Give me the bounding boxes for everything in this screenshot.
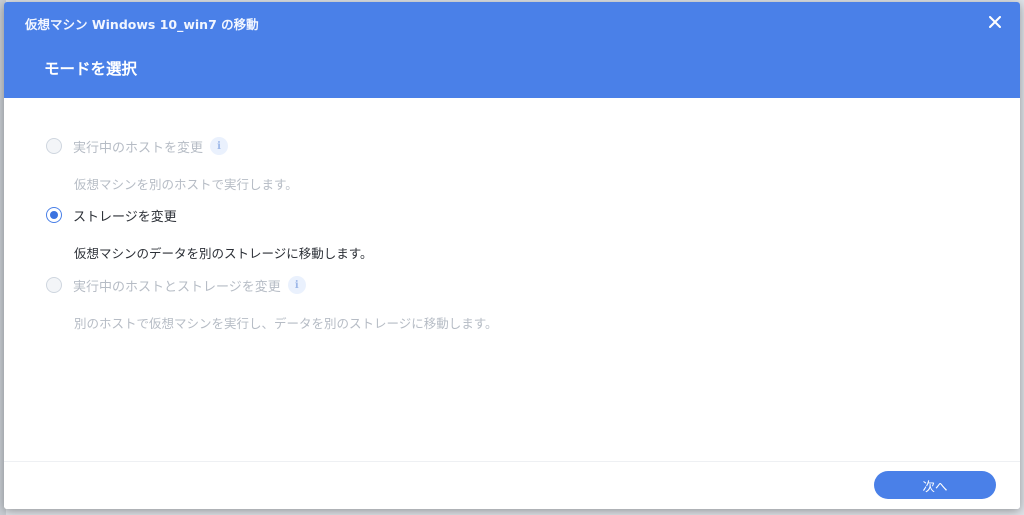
radio-selected-dot [50,211,58,219]
close-button[interactable] [984,11,1006,33]
option-change-storage[interactable]: ストレージを変更 [46,204,177,226]
info-icon[interactable]: i [287,276,306,294]
option-description: 仮想マシンのデータを別のストレージに移動します。 [74,246,373,261]
option-label: ストレージを変更 [73,209,177,225]
option-description: 別のホストで仮想マシンを実行し、データを別のストレージに移動します。 [74,316,498,331]
window-title: 仮想マシン Windows 10_win7 の移動 [25,17,259,32]
move-vm-dialog: 仮想マシン Windows 10_win7 の移動 モードを選択 実行中のホスト… [4,2,1020,509]
option-label: 実行中のホストとストレージを変更 [73,279,281,295]
step-title: モードを選択 [44,60,138,78]
dialog-body: 実行中のホストを変更 i 仮想マシンを別のホストで実行します。 ストレージを変更… [4,98,1020,461]
option-change-host-and-storage[interactable]: 実行中のホストとストレージを変更 i [46,274,306,296]
option-change-host[interactable]: 実行中のホストを変更 i [46,135,229,157]
next-button[interactable]: 次へ [874,471,996,499]
radio-change-host-and-storage[interactable] [46,277,62,293]
option-description: 仮想マシンを別のホストで実行します。 [74,177,298,192]
info-icon[interactable]: i [210,137,229,155]
radio-change-storage[interactable] [46,207,62,223]
dialog-header: 仮想マシン Windows 10_win7 の移動 モードを選択 [4,2,1020,98]
radio-change-host[interactable] [46,138,62,154]
dialog-footer: 次へ [4,461,1020,509]
option-label: 実行中のホストを変更 [73,140,204,156]
close-icon [989,16,1001,28]
